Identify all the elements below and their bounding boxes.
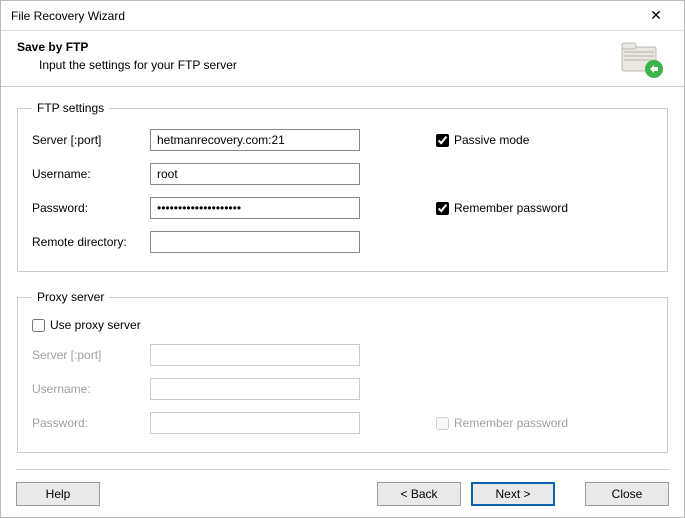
ftp-password-input[interactable] [150,197,360,219]
passive-mode-label: Passive mode [454,133,529,147]
back-button[interactable]: < Back [377,482,461,506]
ftp-settings-legend: FTP settings [32,101,109,115]
proxy-remember-checkbox: Remember password [436,416,568,430]
remember-password-checkbox[interactable]: Remember password [436,201,568,215]
proxy-remember-box [436,417,449,430]
passive-mode-checkbox[interactable]: Passive mode [436,133,529,147]
use-proxy-box[interactable] [32,319,45,332]
proxy-remember-label: Remember password [454,416,568,430]
proxy-password-input [150,412,360,434]
passive-mode-box[interactable] [436,134,449,147]
ftp-server-label: Server [:port] [32,133,150,147]
help-button[interactable]: Help [16,482,100,506]
page-title: Save by FTP [17,40,668,54]
close-icon[interactable]: ✕ [636,2,676,30]
ftp-server-input[interactable] [150,129,360,151]
page-subtitle: Input the settings for your FTP server [39,58,668,72]
ftp-username-label: Username: [32,167,150,181]
proxy-username-input [150,378,360,400]
proxy-server-input [150,344,360,366]
proxy-username-label: Username: [32,382,150,396]
close-button[interactable]: Close [585,482,669,506]
ftp-settings-group: FTP settings Server [:port] Passive mode… [17,101,668,272]
window-title: File Recovery Wizard [11,9,125,23]
ftp-remotedir-input[interactable] [150,231,360,253]
remember-password-label: Remember password [454,201,568,215]
use-proxy-label: Use proxy server [50,318,141,332]
ftp-folder-icon [618,37,664,79]
remember-password-box[interactable] [436,202,449,215]
ftp-username-input[interactable] [150,163,360,185]
ftp-remotedir-label: Remote directory: [32,235,150,249]
proxy-server-legend: Proxy server [32,290,109,304]
ftp-password-label: Password: [32,201,150,215]
proxy-password-label: Password: [32,416,150,430]
use-proxy-checkbox[interactable]: Use proxy server [32,318,653,332]
proxy-server-group: Proxy server Use proxy server Server [:p… [17,290,668,453]
proxy-server-label: Server [:port] [32,348,150,362]
next-button[interactable]: Next > [471,482,555,506]
